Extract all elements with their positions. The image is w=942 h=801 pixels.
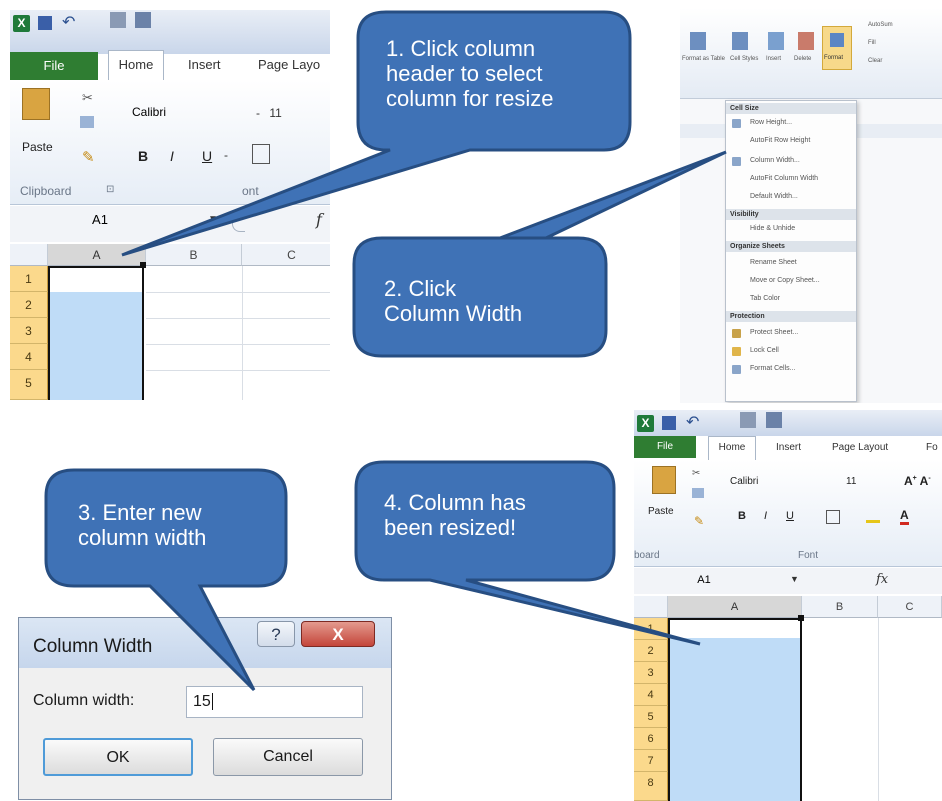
callout-2-line: Column Width xyxy=(384,301,523,326)
callout-4-line: 4. Column has xyxy=(384,490,526,515)
callout-2-text: 2. Click Column Width xyxy=(384,276,522,326)
callout-4-line: been resized! xyxy=(384,515,517,540)
callout-3-text: 3. Enter new column width xyxy=(78,500,206,550)
callout-1-line: column for resize xyxy=(386,86,554,111)
callout-2-line: 2. Click xyxy=(384,276,457,301)
callout-1-line: header to select xyxy=(386,61,543,86)
callout-3-line: 3. Enter new xyxy=(78,500,202,525)
callout-3-line: column width xyxy=(78,525,207,550)
callout-layer xyxy=(44,10,727,692)
callout-1-text: 1. Click column header to select column … xyxy=(386,36,554,111)
callout-1-line: 1. Click column xyxy=(386,36,536,61)
callout-4-text: 4. Column has been resized! xyxy=(384,490,526,540)
